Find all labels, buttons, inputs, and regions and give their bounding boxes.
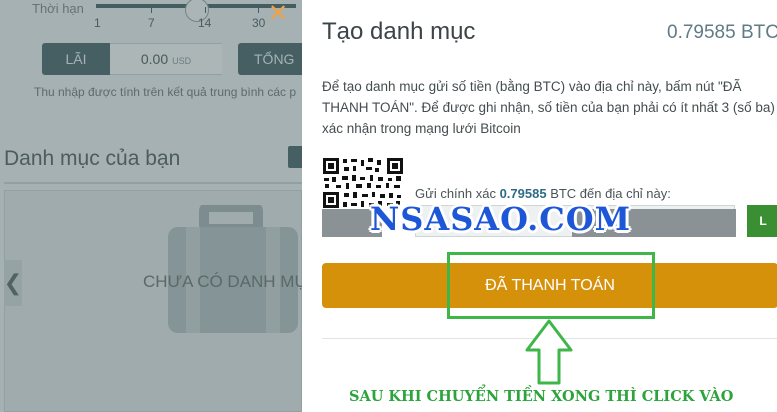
send-prefix: Gửi chính xác <box>415 186 500 201</box>
annotation-text: SAU KHI CHUYỂN TIỀN XONG THÌ CLICK VÀO <box>349 388 734 405</box>
send-instruction: Gửi chính xác 0.79585 BTC đến địa chỉ nà… <box>415 186 671 201</box>
modal-title: Tạo danh mục <box>322 18 476 45</box>
close-icon[interactable]: ✕ <box>268 2 288 26</box>
up-arrow-icon <box>525 319 573 385</box>
modal-backdrop[interactable] <box>0 0 302 412</box>
create-portfolio-modal: Tạo danh mục 0.79585 BTC Để tạo danh mục… <box>302 0 777 412</box>
instructions-text: Để tạo danh mục gửi số tiền (bằng BTC) v… <box>322 79 775 136</box>
watermark-text: NSASAO.COM <box>370 200 632 238</box>
highlight-box <box>447 252 655 319</box>
send-amount: 0.79585 <box>499 186 547 201</box>
send-suffix: BTC đến địa chỉ này: <box>546 186 671 201</box>
copy-address-button[interactable]: L <box>747 205 777 237</box>
background-page: Thời hạn 1 7 14 30 LÃI 0.00 USD TỔNG Thu… <box>0 0 302 412</box>
modal-amount: 0.79585 BTC <box>667 22 777 43</box>
